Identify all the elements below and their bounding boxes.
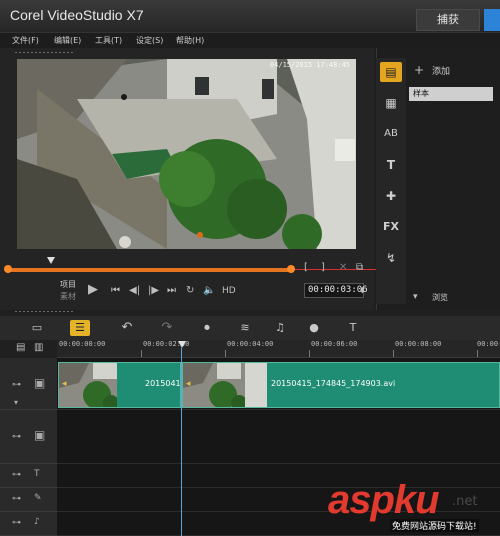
previous-frame-icon[interactable]: ◀| bbox=[129, 285, 140, 297]
voice-track-header: ⊶ ✎ bbox=[0, 488, 57, 512]
watermark-suffix: .net bbox=[452, 494, 478, 509]
app-title: Corel VideoStudio X7 bbox=[10, 7, 144, 23]
auto-music-icon[interactable]: ♫ bbox=[271, 320, 289, 336]
ruler-tick bbox=[141, 350, 142, 357]
overlay-track-header: ⊶ ▣ bbox=[0, 410, 57, 464]
lock-icon[interactable]: ⊶ bbox=[12, 494, 21, 504]
timeline-playhead-handle[interactable] bbox=[178, 341, 186, 348]
end-icon[interactable]: ⏭ bbox=[167, 285, 176, 297]
graphics-icon[interactable]: ✚ bbox=[380, 186, 402, 206]
menu-bar: 文件(F) 编辑(E) 工具(T) 设定(S) 帮助(H) bbox=[0, 32, 500, 48]
browse-label[interactable]: 浏览 bbox=[432, 292, 448, 303]
ruler-label: 00:00:06:00 bbox=[311, 340, 358, 348]
video-track-icon[interactable]: ▣ bbox=[34, 376, 45, 390]
add-icon[interactable]: + bbox=[414, 64, 424, 76]
mode-clip[interactable]: 素材 bbox=[60, 291, 76, 302]
panel-grip[interactable] bbox=[14, 310, 74, 313]
expand-icon[interactable]: ▾ bbox=[14, 398, 18, 407]
overlay-track[interactable] bbox=[57, 410, 500, 464]
preview-playhead[interactable] bbox=[47, 257, 55, 264]
next-frame-icon[interactable]: |▶ bbox=[148, 285, 159, 297]
video-clip[interactable]: ◂ 20150415_174845_174903.avi bbox=[182, 362, 500, 408]
clip-name: 20150415_174845_174903.avi bbox=[271, 379, 396, 388]
clip-thumbnail bbox=[183, 363, 267, 407]
watermark-logo: aspku bbox=[328, 478, 440, 522]
ruler-tick bbox=[309, 350, 310, 357]
ruler-tick bbox=[225, 350, 226, 357]
music-track-header: ⊶ ♪ bbox=[0, 512, 57, 536]
mark-in-handle[interactable] bbox=[4, 265, 12, 273]
lock-icon[interactable]: ⊶ bbox=[12, 380, 21, 390]
mark-out-button[interactable]: ] bbox=[321, 262, 325, 274]
filter-icon[interactable]: FX bbox=[380, 217, 402, 237]
title-icon[interactable]: T bbox=[380, 155, 402, 175]
mark-in-button[interactable]: [ bbox=[304, 262, 308, 274]
ruler-label: 00:00:08:00 bbox=[395, 340, 442, 348]
tab-edit-accent[interactable] bbox=[484, 9, 500, 31]
menu-help[interactable]: 帮助(H) bbox=[176, 35, 204, 46]
split-clip-icon[interactable]: ✕ bbox=[339, 262, 347, 274]
timecode-field[interactable]: 00:00:03:06 bbox=[304, 283, 368, 298]
menu-edit[interactable]: 编辑(E) bbox=[54, 35, 81, 46]
transition-icon[interactable]: AB bbox=[380, 124, 402, 144]
storyboard-view-icon[interactable]: ▭ bbox=[28, 320, 46, 336]
ruler-tick bbox=[393, 350, 394, 357]
videostudio-window: Corel VideoStudio X7 捕获 文件(F) 编辑(E) 工具(T… bbox=[0, 0, 500, 536]
watermark-caption: 免费网站源码下载站! bbox=[390, 519, 479, 532]
trim-range-bar[interactable] bbox=[7, 268, 292, 272]
track-manager-icon[interactable]: ▤ bbox=[16, 342, 25, 354]
browse-icon[interactable]: ▾ bbox=[413, 291, 418, 303]
music-track-icon[interactable]: ♪ bbox=[34, 517, 40, 527]
video-preview[interactable]: 04/15/2015 17:48:45 bbox=[17, 59, 356, 249]
redo-icon[interactable]: ↷ bbox=[158, 320, 176, 336]
mark-out-handle[interactable] bbox=[287, 265, 295, 273]
lock-icon[interactable]: ⊶ bbox=[12, 432, 21, 442]
timeline-ruler[interactable]: 00:00:00:00 00:00:02:00 00:00:04:00 00:0… bbox=[57, 340, 500, 358]
panel-grip[interactable] bbox=[14, 51, 74, 54]
play-icon[interactable]: ▶ bbox=[88, 283, 98, 296]
lock-icon[interactable]: ⊶ bbox=[12, 518, 21, 528]
repeat-icon[interactable]: ↻ bbox=[186, 285, 194, 297]
undo-icon[interactable]: ↶ bbox=[118, 320, 136, 336]
ruler-tick bbox=[477, 350, 478, 357]
chapter-icon[interactable]: ▥ bbox=[34, 342, 43, 354]
path-icon[interactable]: ↯ bbox=[380, 248, 402, 268]
ruler-label: 00:00:10:00 bbox=[477, 340, 500, 348]
motion-tracking-icon[interactable]: ● bbox=[305, 320, 323, 336]
mode-project[interactable]: 项目 bbox=[60, 279, 76, 290]
timeline-playhead-line[interactable] bbox=[181, 348, 182, 536]
instant-project-icon[interactable]: ▦ bbox=[380, 93, 402, 113]
add-folder-label[interactable]: 添加 bbox=[432, 64, 450, 77]
menu-tools[interactable]: 工具(T) bbox=[95, 35, 122, 46]
subtitle-editor-icon[interactable]: T bbox=[344, 320, 362, 336]
audio-speaker-icon: ◂ bbox=[186, 379, 191, 389]
voice-track-icon[interactable]: ✎ bbox=[34, 493, 42, 503]
media-icon[interactable]: ▤ bbox=[380, 62, 402, 82]
home-icon[interactable]: ⏮ bbox=[111, 285, 120, 297]
timecode-stepper-icon[interactable]: ⬍ bbox=[359, 285, 366, 297]
menu-file[interactable]: 文件(F) bbox=[12, 35, 39, 46]
lock-icon[interactable]: ⊶ bbox=[12, 470, 21, 480]
sound-mixer-icon[interactable]: ≋ bbox=[236, 320, 254, 336]
library-folder-sample[interactable]: 样本 bbox=[409, 87, 493, 101]
title-bar: Corel VideoStudio X7 捕获 bbox=[0, 0, 500, 32]
overlay-track-icon[interactable]: ▣ bbox=[34, 428, 45, 442]
audio-speaker-icon: ◂ bbox=[62, 379, 67, 389]
video-clip[interactable]: ◂ 20150415_ bbox=[58, 362, 190, 408]
timeline-view-icon[interactable]: ☰ bbox=[70, 320, 90, 336]
video-timestamp: 04/15/2015 17:48:45 bbox=[269, 61, 350, 69]
menu-settings[interactable]: 设定(S) bbox=[136, 35, 163, 46]
hd-toggle[interactable]: HD bbox=[222, 285, 236, 297]
video-frame bbox=[17, 59, 356, 249]
tab-capture[interactable]: 捕获 bbox=[416, 9, 480, 31]
enlarge-icon[interactable]: ⧉ bbox=[356, 262, 363, 274]
title-track-icon[interactable]: T bbox=[34, 469, 40, 479]
clip-thumbnail bbox=[59, 363, 117, 407]
record-capture-icon[interactable]: ⏺ bbox=[198, 320, 216, 336]
volume-icon[interactable]: 🔈 bbox=[203, 285, 215, 297]
video-track-header: ⊶ ▣ ▾ bbox=[0, 358, 57, 410]
ruler-label: 00:00:00:00 bbox=[59, 340, 106, 348]
ruler-label: 00:00:04:00 bbox=[227, 340, 274, 348]
title-track-header: ⊶ T bbox=[0, 464, 57, 488]
